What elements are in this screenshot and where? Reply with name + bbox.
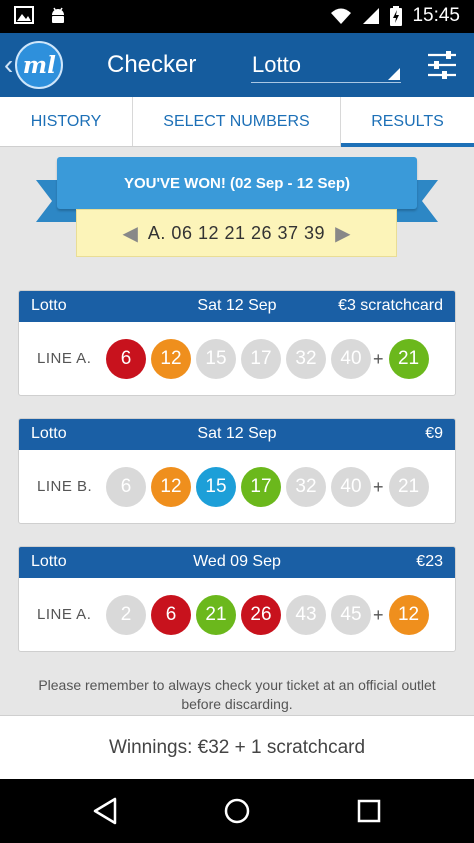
bonus-plus-sign: + [373,348,384,369]
tab-bar: HISTORY SELECT NUMBERS RESULTS [0,97,474,147]
win-banner-headline: YOU'VE WON! (02 Sep - 12 Sep) [57,157,417,209]
result-card[interactable]: Lotto Sat 12 Sep €3 scratchcard LINE A. … [18,290,456,396]
result-card-header: Lotto Wed 09 Sep €23 [19,547,455,578]
system-nav-bar [0,779,474,843]
image-icon [14,6,34,24]
tab-results[interactable]: RESULTS [341,97,474,147]
line-label: LINE B. [37,478,93,495]
result-card[interactable]: Lotto Wed 09 Sep €23 LINE A. 2 6 21 26 43 45 +… [18,546,456,652]
app-logo-button[interactable]: ‹ ml [4,41,64,89]
lotto-ball: 21 [196,595,236,635]
app-bar: ‹ ml Checker Lotto [0,33,474,97]
back-triangle-icon[interactable] [89,795,121,827]
lotto-ball: 6 [106,339,146,379]
lotto-ball: 32 [286,339,326,379]
lotto-ball: 40 [331,339,371,379]
result-date: Wed 09 Sep [193,553,281,570]
lotto-ball: 32 [286,467,326,507]
previous-line-icon[interactable]: ◀ [123,221,138,246]
lotto-ball: 26 [241,595,281,635]
dropdown-triangle-icon [388,68,400,80]
winnings-summary: Winnings: €32 + 1 scratchcard [0,715,474,779]
disclaimer-text: Please remember to always check your tic… [38,677,436,712]
result-prize: €23 [416,553,443,570]
lotto-ball: 12 [151,339,191,379]
back-chevron-icon: ‹ [4,49,14,80]
android-icon [52,7,64,23]
signal-icon [363,8,380,24]
home-circle-icon[interactable] [221,795,253,827]
wifi-icon [331,8,352,24]
lotto-ball: 15 [196,339,236,379]
line-label: LINE A. [37,606,92,623]
lotto-ball: 2 [106,595,146,635]
drawn-balls: 6 12 15 17 32 40 +21 [106,467,429,507]
lotto-ball: 43 [286,595,326,635]
game-dropdown-value: Lotto [252,52,301,77]
bonus-ball: 21 [388,339,429,379]
tab-select-numbers[interactable]: SELECT NUMBERS [133,97,341,146]
tab-history[interactable]: HISTORY [0,97,133,146]
result-date: Sat 12 Sep [197,425,277,442]
ticket-numbers: A. 06 12 21 26 37 39 [147,222,326,243]
ticket-numbers-card: ◀ A. 06 12 21 26 37 39 ▶ [76,209,397,257]
lotto-ball: 12 [151,467,191,507]
lotto-ball: 6 [106,467,146,507]
result-card-header: Lotto Sat 12 Sep €3 scratchcard [19,291,455,322]
status-bar: 15:45 [0,0,474,33]
bonus-ball: 12 [388,595,429,635]
result-prize: €3 scratchcard [338,297,443,314]
app-logo: ml [15,41,64,89]
drawn-balls: 2 6 21 26 43 45 +12 [106,595,429,635]
battery-charging-icon [390,6,403,26]
line-label: LINE A. [37,350,92,367]
recents-square-icon[interactable] [353,795,385,827]
status-time: 15:45 [412,5,460,26]
game-dropdown[interactable]: Lotto [251,49,401,83]
lotto-ball: 17 [241,339,281,379]
result-card-header: Lotto Sat 12 Sep €9 [19,419,455,450]
bonus-plus-sign: + [373,604,384,625]
drawn-balls: 6 12 15 17 32 40 +21 [106,339,429,379]
filter-sliders-icon[interactable] [426,50,458,80]
next-line-icon[interactable]: ▶ [335,221,350,246]
lotto-ball: 15 [196,467,236,507]
lotto-ball: 45 [331,595,371,635]
lotto-ball: 6 [151,595,191,635]
result-prize: €9 [425,425,443,442]
page-title: Checker [107,51,197,78]
lotto-ball: 17 [241,467,281,507]
result-card[interactable]: Lotto Sat 12 Sep €9 LINE B. 6 12 15 17 32 40 +… [18,418,456,524]
bonus-plus-sign: + [373,476,384,497]
bonus-ball: 21 [388,467,429,507]
lotto-ball: 40 [331,467,371,507]
